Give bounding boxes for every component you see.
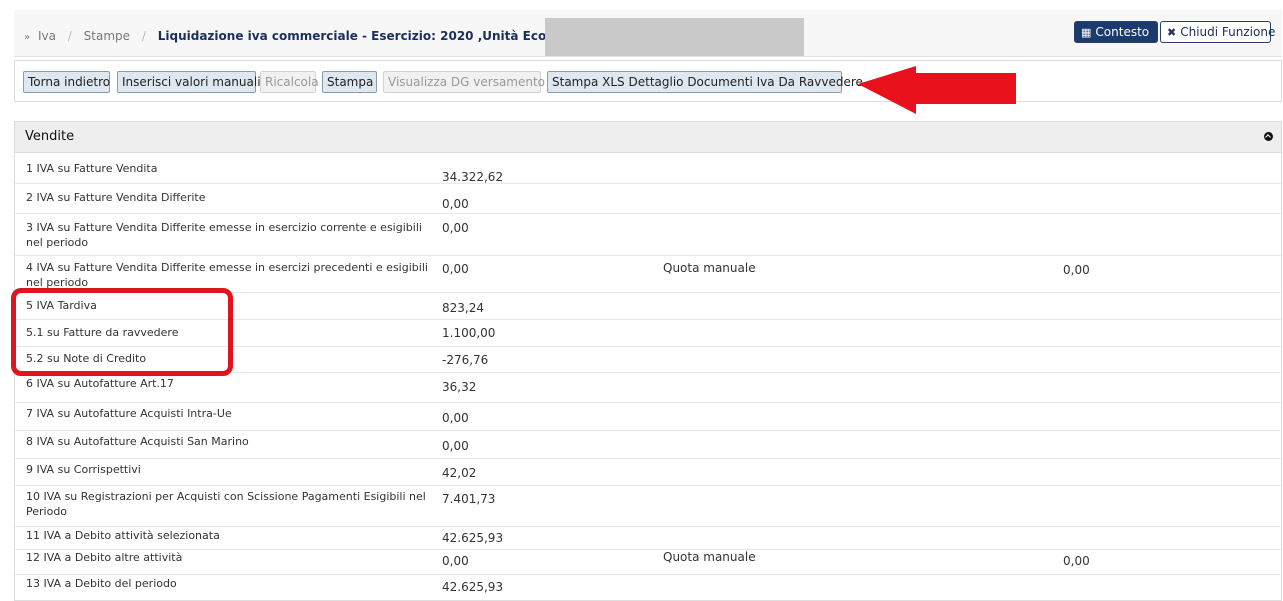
row-value: 34.322,62 (442, 170, 504, 184)
row-value: -276,76 (442, 353, 489, 367)
row-label: 3 IVA su Fatture Vendita Differite emess… (26, 221, 422, 249)
table-row: 1 IVA su Fatture Vendita 34.322,62 (15, 153, 1281, 184)
row-label: 12 IVA a Debito altre attività (26, 551, 183, 564)
double-chevron-icon: » (24, 32, 31, 43)
panel-header[interactable]: Vendite (15, 122, 1281, 153)
row-value: 42.625,93 (442, 531, 504, 545)
breadcrumb-item-stampe[interactable]: Stampe (84, 29, 130, 43)
table-row: 10 IVA su Registrazioni per Acquisti con… (15, 486, 1281, 527)
breadcrumb-separator: / (141, 29, 146, 43)
table-row: 6 IVA su Autofatture Art.17 36,32 (15, 373, 1281, 403)
quota-manuale-value[interactable]: 0,00 (1063, 554, 1090, 568)
row-value: 823,24 (442, 301, 484, 315)
row-label: 4 IVA su Fatture Vendita Differite emess… (26, 261, 428, 289)
row-value: 7.401,73 (442, 492, 496, 506)
table-row: 2 IVA su Fatture Vendita Differite 0,00 (15, 184, 1281, 214)
row-value: 42,02 (442, 466, 477, 480)
row-label: 11 IVA a Debito attività selezionata (26, 529, 220, 542)
breadcrumb-item-iva[interactable]: Iva (38, 29, 56, 43)
row-label: 2 IVA su Fatture Vendita Differite (26, 191, 206, 204)
row-value: 0,00 (442, 197, 469, 211)
row-value: 0,00 (442, 221, 469, 235)
qr-grid-icon: ▦ (1081, 26, 1092, 39)
row-label: 1 IVA su Fatture Vendita (26, 162, 158, 175)
row-label: 6 IVA su Autofatture Art.17 (26, 377, 174, 390)
stampa-button[interactable]: Stampa (322, 71, 377, 93)
quota-manuale-value[interactable]: 0,00 (1063, 263, 1090, 277)
row-value: 0,00 (442, 554, 469, 568)
panel-title: Vendite (25, 129, 75, 144)
breadcrumb-separator: / (67, 29, 72, 43)
chevron-up-icon[interactable] (1264, 132, 1273, 141)
action-toolbar: Torna indietro Inserisci valori manuali … (14, 60, 1282, 102)
row-label: 13 IVA a Debito del periodo (26, 577, 177, 590)
quota-manuale-label: Quota manuale (663, 261, 756, 275)
redacted-area (545, 18, 804, 56)
row-value: 42.625,93 (442, 580, 504, 594)
table-row: 12 IVA a Debito altre attività 0,00 Quot… (15, 550, 1281, 575)
row-value: 0,00 (442, 262, 469, 276)
red-arrow-annotation (858, 66, 1016, 114)
inserisci-valori-manuali-button[interactable]: Inserisci valori manuali (117, 71, 261, 93)
red-highlight-annotation (11, 288, 233, 376)
breadcrumb: » Iva / Stampe / Liquidazione iva commer… (24, 29, 622, 43)
row-value: 0,00 (442, 411, 469, 425)
row-label: 7 IVA su Autofatture Acquisti Intra-Ue (26, 407, 232, 420)
row-value: 36,32 (442, 380, 477, 394)
table-row: 3 IVA su Fatture Vendita Differite emess… (15, 214, 1281, 256)
table-row: 13 IVA a Debito del periodo 42.625,93 (15, 575, 1281, 601)
chiudi-funzione-button[interactable]: ✖ Chiudi Funzione (1160, 21, 1275, 43)
table-row: 11 IVA a Debito attività selezionata 42.… (15, 527, 1281, 550)
stampa-xls-dettaglio-button[interactable]: Stampa XLS Dettaglio Documenti Iva Da Ra… (547, 71, 863, 93)
table-row: 9 IVA su Corrispettivi 42,02 (15, 459, 1281, 486)
torna-indietro-button[interactable]: Torna indietro (23, 71, 110, 93)
close-icon: ✖ (1167, 26, 1177, 39)
visualizza-dg-versamento-button[interactable]: Visualizza DG versamento (383, 71, 545, 93)
table-row: 8 IVA su Autofatture Acquisti San Marino… (15, 431, 1281, 459)
row-value: 1.100,00 (442, 326, 496, 340)
contesto-button[interactable]: ▦ Contesto (1074, 21, 1158, 43)
ricalcola-button[interactable]: Ricalcola (260, 71, 319, 93)
quota-manuale-label: Quota manuale (663, 550, 756, 564)
contesto-label: Contesto (1095, 25, 1150, 39)
row-value: 0,00 (442, 439, 469, 453)
row-label: 9 IVA su Corrispettivi (26, 463, 141, 476)
chiudi-funzione-label: Chiudi Funzione (1180, 25, 1276, 39)
row-label: 10 IVA su Registrazioni per Acquisti con… (26, 490, 426, 518)
table-row: 7 IVA su Autofatture Acquisti Intra-Ue 0… (15, 403, 1281, 431)
row-label: 8 IVA su Autofatture Acquisti San Marino (26, 435, 249, 448)
